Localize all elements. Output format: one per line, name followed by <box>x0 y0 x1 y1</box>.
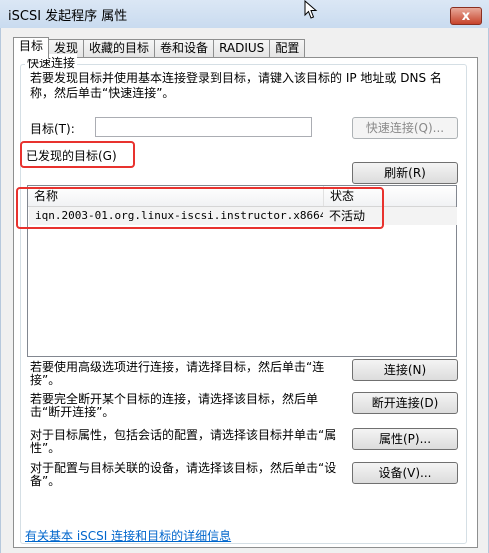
window-title: iSCSI 发起程序 属性 <box>8 9 128 24</box>
highlight-box-list <box>16 187 384 229</box>
devices-description: 对于配置与目标关联的设备，请选择该目标，然后单击“设备”。 <box>30 461 337 488</box>
target-input[interactable] <box>95 117 312 137</box>
disconnect-button[interactable]: 断开连接(D) <box>352 392 458 414</box>
title-bar: iSCSI 发起程序 属性 x <box>0 0 489 28</box>
devices-button[interactable]: 设备(V)... <box>352 462 458 484</box>
quick-connect-button[interactable]: 快速连接(Q)... <box>352 117 458 139</box>
highlight-box-label <box>20 141 135 168</box>
mouse-cursor-icon <box>304 0 318 19</box>
tab-favorite-targets[interactable]: 收藏的目标 <box>83 39 156 58</box>
properties-description: 对于目标属性，包括会话的配置，请选择该目标并单击“属性”。 <box>30 428 337 455</box>
tab-radius[interactable]: RADIUS <box>213 39 271 58</box>
target-label: 目标(T): <box>30 122 75 136</box>
tab-targets[interactable]: 目标 <box>13 37 50 59</box>
connect-description: 若要使用高级选项进行连接，请选择目标，然后单击“连接”。 <box>30 360 325 387</box>
tab-volumes-devices[interactable]: 卷和设备 <box>154 39 215 58</box>
close-button[interactable]: x <box>450 7 482 25</box>
connect-button[interactable]: 连接(N) <box>352 359 458 381</box>
quick-connect-instruction: 若要发现目标并使用基本连接登录到目标，请键入该目标的 IP 地址或 DNS 名称… <box>30 71 442 100</box>
disconnect-description: 若要完全断开某个目标的连接，请选择该目标，然后单击“断开连接”。 <box>30 392 319 419</box>
tab-configuration[interactable]: 配置 <box>269 39 306 58</box>
refresh-button[interactable]: 刷新(R) <box>352 162 458 184</box>
help-link[interactable]: 有关基本 iSCSI 连接和目标的详细信息 <box>25 527 231 544</box>
properties-button[interactable]: 属性(P)... <box>352 428 458 450</box>
